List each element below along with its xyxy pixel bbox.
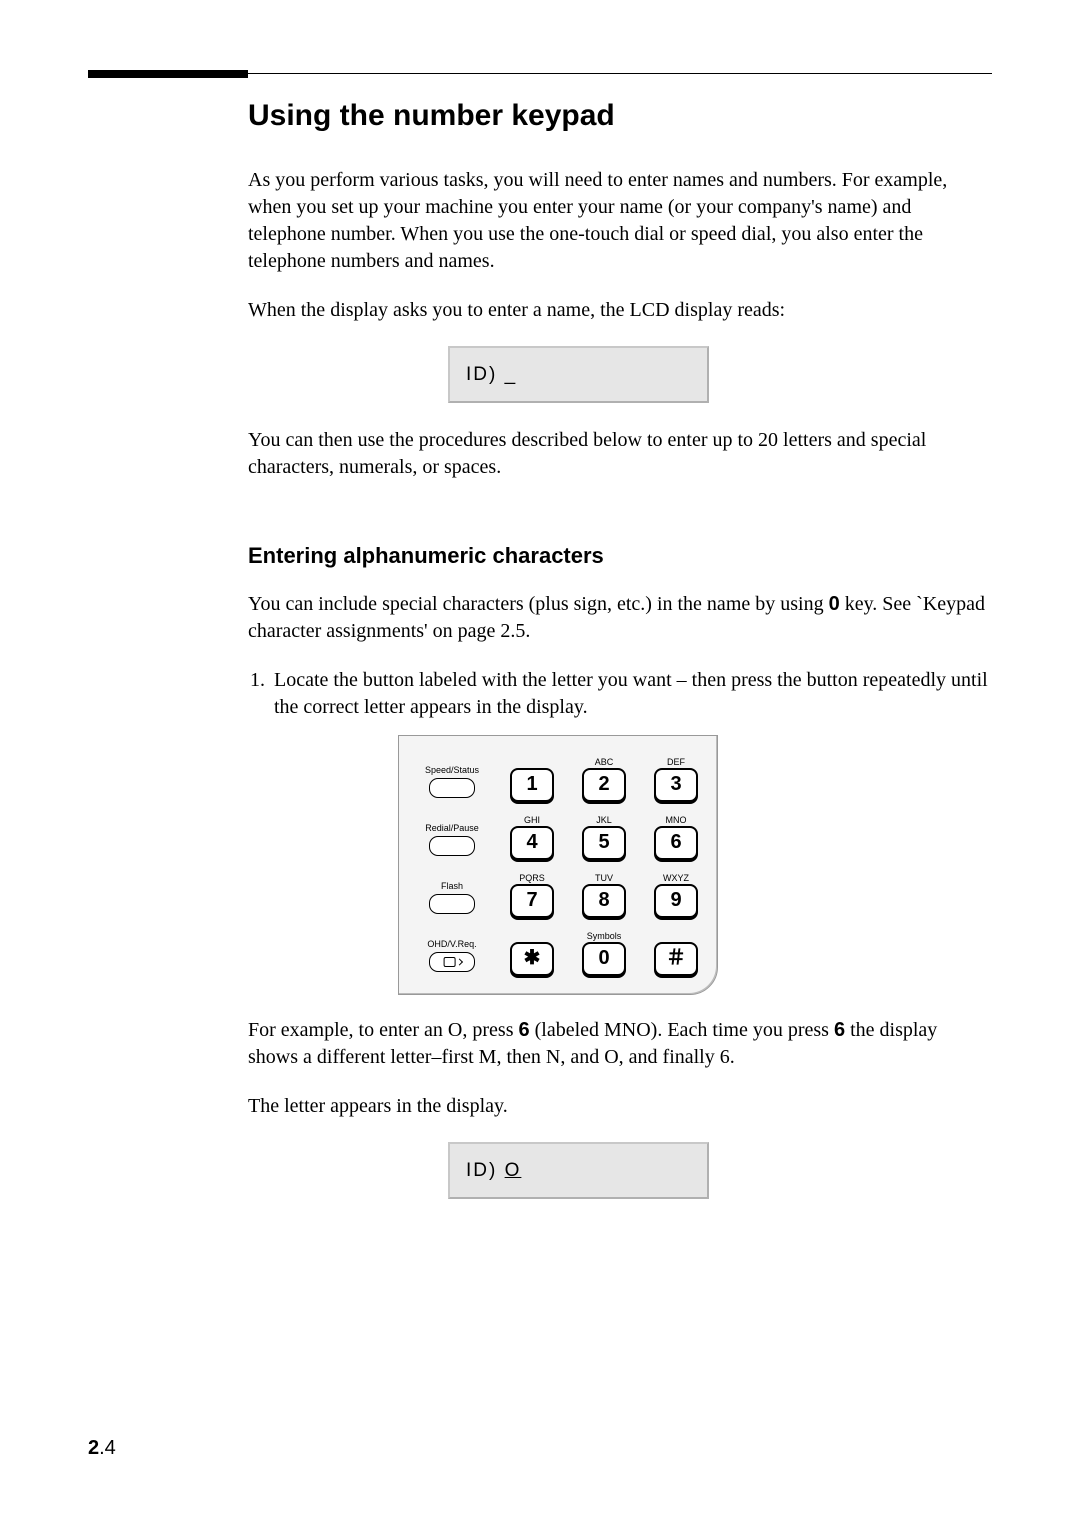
key-top: JKL [596,814,612,826]
keypad-key-7[interactable]: 7 [510,884,554,918]
key-top: WXYZ [663,872,689,884]
key-cell-3: DEF 3 [647,750,705,802]
side-button-speed-status[interactable] [429,778,475,798]
special-chars-pre: You can include special characters (plus… [248,593,829,615]
side-flash: Flash [415,866,489,918]
side-button-flash[interactable] [429,894,475,914]
lcd2-entry: O [505,1160,522,1181]
keypad-key-star[interactable]: ✱ [510,942,554,976]
content-column: Using the number keypad As you perform v… [248,96,992,1199]
key-top: MNO [666,814,687,826]
keypad-key-6[interactable]: 6 [654,826,698,860]
step-1: Locate the button labeled with the lette… [270,667,992,721]
display-prompt-intro: When the display asks you to enter a nam… [248,297,992,324]
letter-appears-paragraph: The letter appears in the display. [248,1093,992,1120]
key-cell-9: WXYZ 9 [647,866,705,918]
page-number-major: 2 [88,1437,99,1459]
key-top: Symbols [587,930,622,942]
keypad-key-1[interactable]: 1 [510,768,554,802]
page-number: 2.4 [88,1435,116,1462]
page-number-minor: .4 [99,1437,116,1459]
key-cell-4: GHI 4 [503,808,561,860]
side-label: OHD/V.Req. [427,938,476,950]
page: Using the number keypad As you perform v… [0,0,1080,1526]
key-top: GHI [524,814,540,826]
side-button-redial-pause[interactable] [429,836,475,856]
lcd-display-1: ID) _ [448,346,709,404]
example-paragraph: For example, to enter an O, press 6 (lab… [248,1017,992,1071]
key-top: ABC [595,756,614,768]
lcd1-prefix: ID) [466,364,505,385]
keypad-key-5[interactable]: 5 [582,826,626,860]
section-title: Using the number keypad [248,96,992,137]
side-redial-pause: Redial/Pause [415,808,489,860]
key-0: 0 [829,593,840,615]
side-label: Speed/Status [425,764,479,776]
key-cell-6: MNO 6 [647,808,705,860]
keypad-key-hash[interactable]: ＃ [654,942,698,976]
keypad-key-2[interactable]: 2 [582,768,626,802]
after-lcd1-paragraph: You can then use the procedures describe… [248,427,992,481]
side-label: Redial/Pause [425,822,479,834]
keypad-key-4[interactable]: 4 [510,826,554,860]
lcd-display-2: ID) O [448,1142,709,1200]
lcd1-entry: _ [505,364,518,385]
key-cell-5: JKL 5 [575,808,633,860]
keypad-figure: Speed/Status 1 ABC 2 DEF 3 [398,735,718,995]
steps-list: Locate the button labeled with the lette… [248,667,992,721]
rule-thick [88,70,248,78]
keypad-key-9[interactable]: 9 [654,884,698,918]
keypad-key-0[interactable]: 0 [582,942,626,976]
special-chars-paragraph: You can include special characters (plus… [248,591,992,645]
lcd2-prefix: ID) [466,1160,505,1181]
side-ohd-vreq: OHD/V.Req. [415,924,489,976]
example-pre: For example, to enter an O, press [248,1019,518,1041]
top-rule [88,70,992,78]
example-key-6b: 6 [834,1019,845,1041]
key-cell-star: ✱ [503,924,561,976]
key-cell-0: Symbols 0 [575,924,633,976]
side-speed-status: Speed/Status [415,750,489,802]
keypad-key-3[interactable]: 3 [654,768,698,802]
keypad-grid: Speed/Status 1 ABC 2 DEF 3 [415,750,697,976]
side-button-ohd-speaker-icon[interactable] [429,952,475,972]
side-label: Flash [441,880,463,892]
key-cell-1: 1 [503,750,561,802]
key-cell-2: ABC 2 [575,750,633,802]
key-cell-8: TUV 8 [575,866,633,918]
key-cell-7: PQRS 7 [503,866,561,918]
key-cell-hash: ＃ [647,924,705,976]
intro-paragraph: As you perform various tasks, you will n… [248,167,992,275]
example-mid1: (labeled MNO). Each time you press [530,1019,834,1041]
keypad-panel: Speed/Status 1 ABC 2 DEF 3 [398,735,718,995]
example-key-6a: 6 [518,1019,529,1041]
key-top: TUV [595,872,613,884]
subhead-entering: Entering alphanumeric characters [248,541,992,571]
key-top: PQRS [519,872,545,884]
keypad-key-8[interactable]: 8 [582,884,626,918]
key-top: DEF [667,756,685,768]
